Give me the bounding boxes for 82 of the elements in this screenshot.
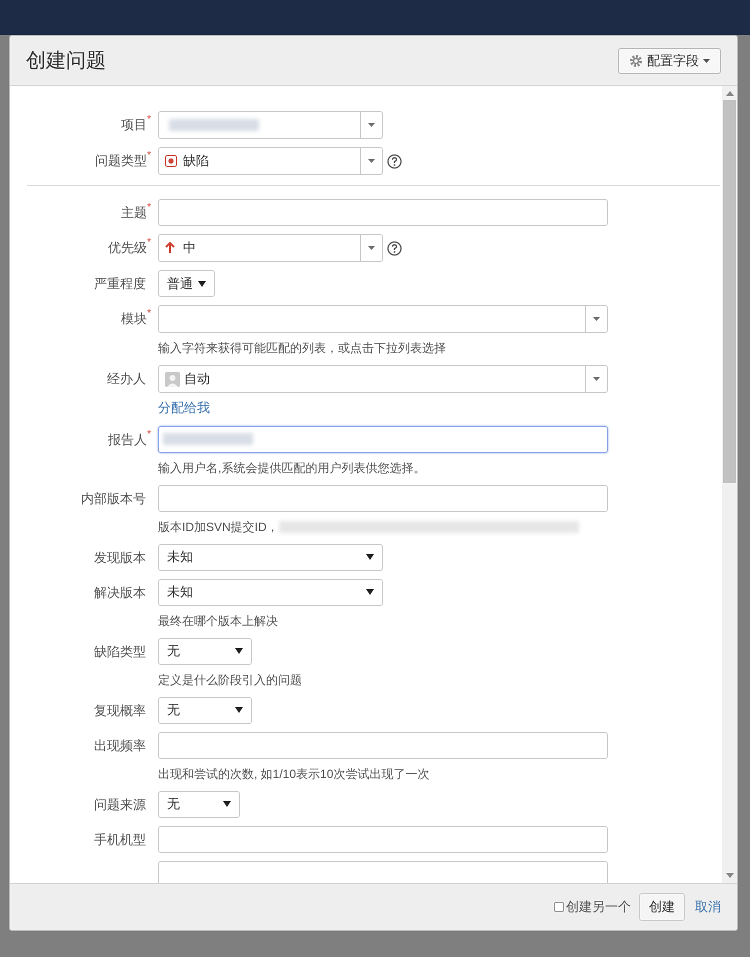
text-input[interactable]	[158, 426, 608, 452]
help-text: 输入用户名,系统会提供匹配的用户列表供您选择。	[158, 460, 426, 476]
caret-icon	[368, 123, 375, 127]
select-field[interactable]: 未知	[158, 544, 383, 570]
field-value: 无	[167, 795, 180, 814]
arrow-up-icon	[165, 242, 175, 254]
field-label: 经办人	[107, 370, 146, 388]
scrollbar[interactable]	[722, 86, 737, 883]
cancel-link[interactable]: 取消	[695, 897, 721, 917]
field-label: 内部版本号	[81, 490, 146, 508]
help-text: 出现和尝试的次数, 如1/10表示10次尝试出现了一次	[158, 766, 430, 782]
caret-icon	[593, 377, 600, 381]
select-field[interactable]: 无	[158, 638, 252, 664]
bug-icon	[165, 155, 177, 167]
checkbox-label: 创建另一个	[566, 898, 631, 916]
caret-icon	[223, 801, 231, 807]
help-text: 输入字符来获得可能匹配的列表，或点击下拉列表选择	[158, 340, 446, 357]
help-icon[interactable]	[387, 240, 402, 256]
caret-icon	[198, 280, 206, 286]
gear-icon	[629, 54, 643, 68]
field-value: 无	[167, 701, 180, 720]
field-label: 发现版本	[94, 548, 146, 566]
required-asterisk: *	[147, 115, 151, 127]
field-label: 复现概率	[94, 702, 146, 720]
help-icon[interactable]	[387, 154, 402, 168]
configure-fields-button[interactable]: 配置字段	[618, 48, 721, 74]
field-value: 缺陷	[183, 152, 209, 170]
caret-icon	[703, 58, 710, 62]
text-input[interactable]	[158, 484, 608, 512]
field-label: 问题类型	[95, 153, 148, 170]
picker-field[interactable]	[158, 111, 383, 139]
avatar-icon	[165, 372, 180, 386]
scroll-down-icon[interactable]	[726, 873, 734, 878]
required-asterisk: *	[147, 309, 151, 321]
field-value: 未知	[167, 583, 193, 602]
text-input[interactable]	[158, 860, 608, 883]
caret-icon	[366, 554, 374, 560]
assign-to-me-link[interactable]: 分配给我	[158, 398, 608, 418]
field-label: 解决版本	[94, 584, 146, 602]
help-text: 定义是什么阶段引入的问题	[158, 672, 302, 688]
field-label: 优先级	[108, 240, 148, 257]
create-button[interactable]: 创建	[639, 893, 685, 921]
field-label: 主题	[121, 205, 148, 222]
select-field[interactable]: 未知	[158, 578, 383, 606]
help-text: 版本ID加SVN提交ID，	[158, 518, 279, 536]
select-field[interactable]: 无	[158, 696, 252, 724]
field-value: 普通	[167, 274, 193, 293]
text-input[interactable]	[158, 732, 608, 758]
required-asterisk: *	[147, 203, 151, 215]
select-field[interactable]: 普通	[158, 270, 215, 297]
picker-field[interactable]	[158, 305, 608, 333]
field-value: 未知	[167, 548, 193, 566]
checkbox[interactable]	[554, 902, 564, 912]
caret-icon	[235, 648, 243, 654]
text-input[interactable]	[158, 826, 608, 852]
caret-icon	[593, 317, 600, 321]
caret-icon	[235, 707, 243, 713]
field-label: 出现频率	[94, 736, 146, 754]
field-value: 中	[183, 239, 196, 258]
picker-field[interactable]: 中	[158, 234, 383, 262]
field-value: 自动	[184, 370, 210, 388]
field-label: 问题来源	[94, 796, 146, 814]
help-text: 最终在哪个版本上解决	[158, 612, 278, 630]
caret-icon	[368, 246, 375, 250]
required-asterisk: *	[147, 151, 151, 163]
text-input[interactable]	[158, 199, 608, 226]
field-label: 严重程度	[94, 275, 146, 293]
field-label: 模块	[121, 311, 148, 328]
scroll-up-icon[interactable]	[726, 91, 734, 96]
select-field[interactable]: 无	[158, 790, 240, 818]
picker-field[interactable]: 缺陷	[158, 147, 383, 175]
field-value: 无	[167, 642, 180, 660]
required-asterisk: *	[147, 430, 151, 442]
caret-icon	[366, 589, 374, 595]
field-label: 报告人	[108, 432, 148, 448]
required-asterisk: *	[147, 238, 151, 250]
dialog-title: 创建问题	[26, 48, 106, 74]
field-label: 项目	[121, 117, 148, 134]
caret-icon	[368, 159, 375, 163]
field-label: 手机机型	[94, 830, 146, 848]
picker-field[interactable]: 自动	[158, 365, 608, 393]
field-label: 缺陷类型	[94, 642, 146, 660]
